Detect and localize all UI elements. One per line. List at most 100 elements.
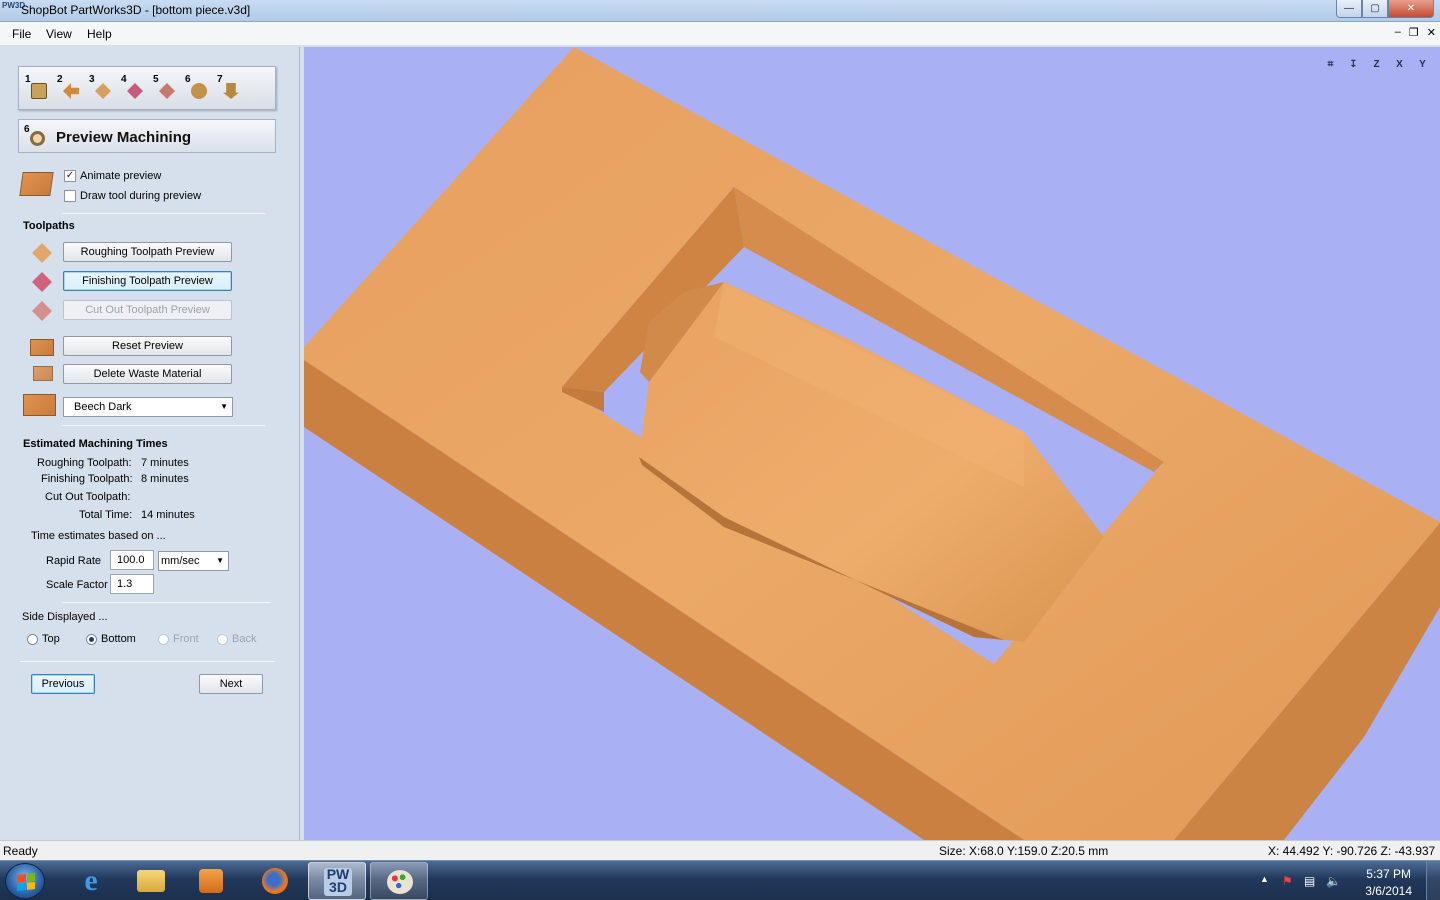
step-7-save-toolpath-icon[interactable]: 7 (217, 74, 243, 103)
draw-tool-check[interactable] (64, 190, 76, 202)
estimated-times-label: Estimated Machining Times (23, 438, 168, 450)
maximize-button[interactable]: ▢ (1362, 0, 1388, 18)
finishing-toolpath-preview-button[interactable]: Finishing Toolpath Preview (63, 271, 232, 291)
divider (62, 602, 270, 603)
delete-waste-material-button[interactable]: Delete Waste Material (63, 364, 232, 384)
delete-waste-icon (33, 366, 53, 381)
divider (62, 213, 265, 214)
previous-button[interactable]: Previous (31, 674, 95, 694)
side-front-radio-button[interactable] (158, 633, 169, 645)
roughing-toolpath-preview-button[interactable]: Roughing Toolpath Preview (63, 242, 232, 262)
taskbar-partworks3d[interactable]: PW 3D (308, 862, 366, 900)
firefox-icon (262, 868, 288, 894)
side-top-radio-button[interactable] (27, 633, 38, 645)
finishing-time-value: 8 minutes (141, 473, 189, 485)
side-back-radio-button[interactable] (217, 633, 228, 645)
total-time-value: 14 minutes (141, 509, 195, 521)
minimize-button[interactable]: — (1336, 0, 1362, 18)
fit-view-icon[interactable]: ⌗ (1321, 55, 1340, 74)
side-front-label: Front (173, 633, 199, 645)
material-swatch (23, 394, 56, 416)
animate-preview-checkbox[interactable]: ✓ Animate preview (64, 170, 161, 182)
step-1-model-setup-icon[interactable]: 1 (25, 74, 51, 103)
y-view-icon[interactable]: Y (1413, 55, 1432, 74)
toolpaths-label: Toolpaths (23, 220, 75, 232)
doc-close-button[interactable]: ✕ (1427, 26, 1436, 39)
menu-bar: File View Help – ❐ ✕ (0, 22, 1440, 46)
scale-factor-label: Scale Factor (46, 579, 108, 591)
status-ready: Ready (3, 844, 38, 858)
doc-restore-button[interactable]: ❐ (1409, 26, 1419, 39)
page-title: Preview Machining (56, 129, 192, 146)
doc-minimize-button[interactable]: – (1395, 26, 1401, 39)
chevron-down-icon: ▼ (220, 402, 228, 411)
side-back-radio[interactable]: Back (217, 633, 256, 645)
draw-tool-checkbox[interactable]: Draw tool during preview (64, 190, 201, 202)
preview-machining-icon: 6 (24, 124, 48, 149)
finishing-time-label: Finishing Toolpath: (41, 473, 133, 485)
step-3-roughing-icon[interactable]: 3 (89, 74, 115, 103)
next-button[interactable]: Next (199, 674, 263, 694)
status-coordinates: X: 44.492 Y: -90.726 Z: -43.937 (1268, 844, 1436, 858)
window-controls: — ▢ ✕ (1336, 0, 1434, 18)
status-bar: Ready Size: X:68.0 Y:159.0 Z:20.5 mm X: … (0, 840, 1440, 860)
section-heading: 6 Preview Machining (18, 119, 276, 153)
taskbar-media-player[interactable] (182, 862, 240, 900)
clock-date: 3/6/2014 (1365, 884, 1412, 898)
finishing-toolpath-icon (30, 270, 54, 294)
menu-help[interactable]: Help (87, 27, 112, 41)
taskbar-paint[interactable] (370, 862, 428, 900)
side-bottom-radio-button[interactable] (86, 633, 97, 645)
rapid-rate-input[interactable]: 100.0 (110, 550, 154, 570)
show-desktop-button[interactable] (1426, 861, 1440, 900)
partworks3d-icon: PW 3D (324, 867, 352, 896)
iso-view-icon[interactable]: ↧ (1344, 55, 1363, 74)
divider (20, 661, 275, 662)
action-center-flag-icon[interactable]: ⚑ (1282, 874, 1293, 888)
taskbar-internet-explorer[interactable]: e (62, 862, 120, 900)
cutout-toolpath-preview-button[interactable]: Cut Out Toolpath Preview (63, 300, 232, 320)
view-orientation-toolbar: ⌗ ↧ Z X Y (1321, 55, 1432, 74)
chevron-down-icon: ▼ (216, 556, 224, 565)
taskbar-clock[interactable]: 5:37 PM 3/6/2014 (1365, 866, 1412, 900)
menu-view[interactable]: View (46, 27, 72, 41)
time-estimates-note: Time estimates based on ... (31, 530, 166, 542)
animate-preview-check[interactable]: ✓ (64, 170, 76, 182)
start-button[interactable] (5, 863, 45, 899)
step-6-preview-icon[interactable]: 6 (185, 74, 211, 103)
status-size: Size: X:68.0 Y:159.0 Z:20.5 mm (939, 844, 1109, 858)
taskbar-explorer[interactable] (122, 862, 180, 900)
side-top-radio[interactable]: Top (27, 633, 60, 645)
roughing-time-value: 7 minutes (141, 457, 189, 469)
3d-view[interactable]: ⌗ ↧ Z X Y (304, 47, 1440, 840)
network-icon[interactable]: ▤ (1304, 874, 1315, 888)
internet-explorer-icon: e (84, 864, 98, 897)
reset-preview-button[interactable]: Reset Preview (63, 336, 232, 356)
volume-icon[interactable]: 🔈 (1326, 874, 1341, 888)
step-5-cutout-icon[interactable]: 5 (153, 74, 179, 103)
divider (62, 425, 265, 426)
material-select[interactable]: Beech Dark ▼ (63, 397, 233, 417)
step-2-import-icon[interactable]: 2 (57, 74, 83, 103)
partworks-app-icon: PW3D (2, 1, 26, 10)
side-front-radio[interactable]: Front (158, 633, 199, 645)
side-bottom-radio[interactable]: Bottom (86, 633, 136, 645)
material-preview-icon (19, 172, 54, 196)
taskbar-firefox[interactable] (246, 862, 304, 900)
clock-time: 5:37 PM (1366, 867, 1411, 881)
title-bar: PW3D ShopBot PartWorks3D - [bottom piece… (0, 0, 1440, 22)
step-4-finishing-icon[interactable]: 4 (121, 74, 147, 103)
z-view-icon[interactable]: Z (1367, 55, 1386, 74)
reset-preview-icon (30, 339, 54, 356)
material-select-value: Beech Dark (74, 401, 132, 413)
close-button[interactable]: ✕ (1388, 0, 1434, 18)
rapid-rate-label: Rapid Rate (46, 555, 102, 567)
preview-machining-panel: 1 2 3 4 5 6 7 6 Preview Machining ✓ Anim… (0, 47, 300, 840)
scale-factor-input[interactable]: 1.3 (110, 574, 154, 594)
animate-preview-label: Animate preview (80, 170, 162, 182)
document-window-controls: – ❐ ✕ (1395, 26, 1436, 39)
rapid-rate-unit-select[interactable]: mm/sec ▼ (158, 551, 229, 571)
tray-overflow-icon[interactable]: ▲ (1260, 874, 1269, 884)
menu-file[interactable]: File (12, 27, 31, 41)
x-view-icon[interactable]: X (1390, 55, 1409, 74)
